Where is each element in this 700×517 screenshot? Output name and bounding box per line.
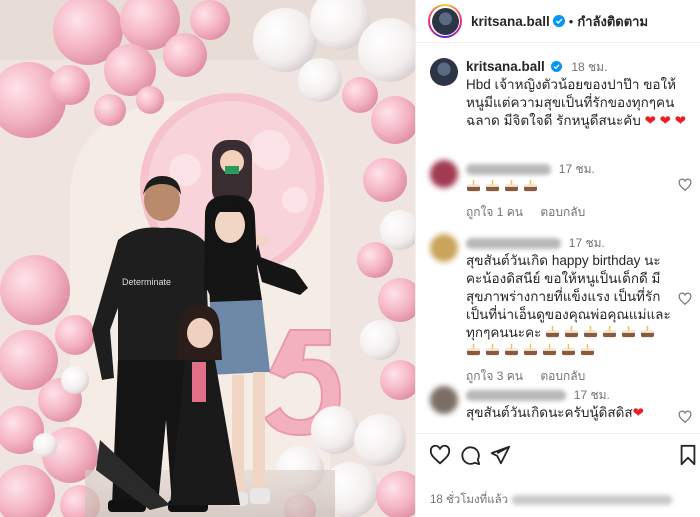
caption-username[interactable]: kritsana.ball (466, 59, 545, 74)
cake-emoji-icon (485, 179, 500, 192)
following-button[interactable]: กำลังติดตาม (577, 11, 648, 32)
like-heart-icon[interactable] (678, 292, 692, 306)
blurred-username[interactable] (466, 237, 561, 249)
posted-ago: 18 ชั่วโมงที่แล้ว (430, 491, 673, 509)
cake-emoji-icon (466, 343, 481, 356)
comment-icon[interactable] (459, 444, 481, 466)
comment-likes[interactable]: ถูกใจ 1 คน (466, 205, 523, 219)
reply-button[interactable]: ตอบกลับ (540, 205, 585, 219)
red-heart-emoji-icon: ❤ (674, 113, 687, 128)
comment-time: 17 ชม. (558, 162, 595, 176)
red-heart-emoji-icon: ❤ (659, 113, 671, 128)
comment-item: 17 ชม. สุขสันต์วันเกิดนะครับนู้ดิสดิส❤ (430, 386, 692, 424)
cake-emoji-icon (545, 325, 560, 338)
comment-avatar[interactable] (430, 160, 458, 188)
cake-emoji-icon (580, 343, 595, 356)
svg-text:Determinate: Determinate (122, 277, 171, 287)
post-caption: kritsana.ball 18 ชม. Hbd เจ้าหญิงตัวน้อย… (430, 58, 692, 130)
posted-ago-text: 18 ชั่วโมงที่แล้ว (430, 494, 509, 506)
comment-avatar[interactable] (430, 386, 458, 414)
caption-avatar[interactable] (430, 58, 458, 86)
cake-emoji-icon (583, 325, 598, 338)
save-bookmark-icon[interactable] (677, 444, 699, 466)
cake-emoji-icon (504, 179, 519, 192)
like-heart-icon[interactable] (678, 410, 692, 424)
cake-emoji-row (466, 178, 676, 196)
avatar[interactable] (431, 7, 459, 35)
like-heart-icon[interactable] (678, 178, 692, 192)
comment-avatar[interactable] (430, 234, 458, 262)
separator-dot: • (568, 13, 574, 29)
cake-emoji-icon (542, 343, 557, 356)
comment-time: 17 ชม. (573, 388, 610, 402)
comment-item: 17 ชม. สุขสันต์วันเกิด happy birthday นะ… (430, 234, 692, 385)
cake-emoji-icon (564, 325, 579, 338)
red-heart-emoji-icon: ❤ (644, 113, 656, 128)
red-heart-emoji-icon: ❤ (632, 405, 644, 420)
verified-badge-icon (550, 61, 562, 72)
like-icon[interactable] (429, 444, 451, 466)
story-ring[interactable] (428, 4, 462, 38)
cake-emoji-icon (640, 325, 655, 338)
post-photo[interactable]: Determinate (0, 0, 415, 517)
blurred-username[interactable] (466, 389, 566, 401)
caption-time: 18 ชม. (571, 60, 608, 74)
verified-badge-icon (552, 15, 565, 27)
post-side-panel: kritsana.ball • กำลังติดตาม kritsana.bal… (415, 0, 700, 517)
cake-emoji-icon (621, 325, 636, 338)
cake-emoji-icon (602, 325, 617, 338)
post-header: kritsana.ball • กำลังติดตาม (416, 0, 700, 43)
action-bar: 18 ชั่วโมงที่แล้ว (416, 433, 700, 517)
comment-time: 17 ชม. (568, 236, 605, 250)
cake-emoji-icon (504, 343, 519, 356)
comment-item: 17 ชม. ถูกใจ 1 คน ตอบกลับ (430, 160, 692, 221)
blurred-text (512, 494, 673, 505)
blurred-username[interactable] (466, 163, 551, 175)
comment-text: สุขสันต์วันเกิดนะครับนู้ดิสดิส (466, 405, 633, 420)
reply-button[interactable]: ตอบกลับ (540, 369, 585, 383)
cake-emoji-icon (523, 179, 538, 192)
cake-emoji-icon (561, 343, 576, 356)
cake-emoji-icon (523, 343, 538, 356)
cake-emoji-icon (485, 343, 500, 356)
share-icon[interactable] (489, 444, 511, 466)
comment-likes[interactable]: ถูกใจ 3 คน (466, 369, 523, 383)
cake-emoji-icon (466, 179, 481, 192)
author-username[interactable]: kritsana.ball (471, 14, 550, 29)
